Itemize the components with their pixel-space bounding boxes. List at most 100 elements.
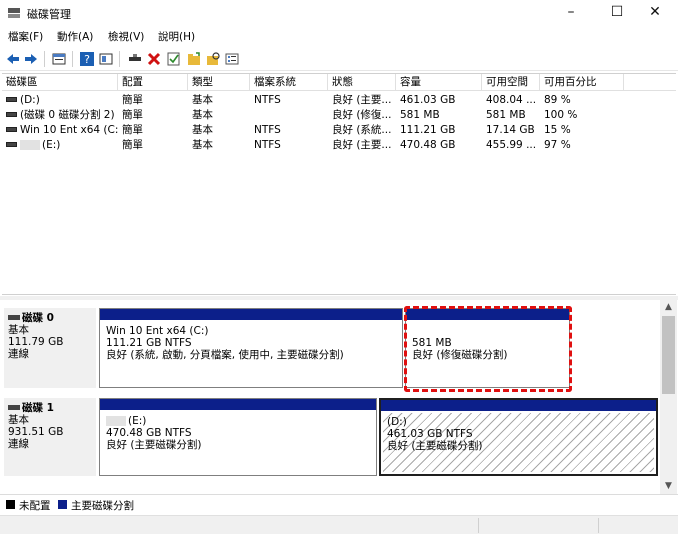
type-cell: 基本 (192, 109, 213, 121)
table-row[interactable]: (磁碟 0 磁碟分割 2) 簡單 基本 良好 (修復... 581 MB 581… (2, 108, 676, 123)
delete-icon[interactable] (146, 51, 162, 67)
status-bar (0, 515, 678, 534)
type-cell: 基本 (192, 124, 213, 136)
folder-icon[interactable] (186, 51, 202, 67)
partition-title: Win 10 Ent x64 (C:) (106, 325, 209, 337)
unallocated-swatch (6, 500, 15, 509)
disk-1-size: 931.51 GB (8, 426, 64, 438)
layout-cell: 簡單 (122, 124, 143, 136)
toolbar-separator (44, 51, 45, 67)
menu-bar: 檔案(F) 動作(A) 檢視(V) 說明(H) (0, 26, 678, 46)
partition-title-text: (E:) (128, 415, 147, 427)
redacted-label (106, 416, 126, 426)
capacity-cell: 461.03 GB (400, 94, 456, 106)
free-space-cell: 408.04 ... (486, 94, 537, 106)
volume-cell: (磁碟 0 磁碟分割 2) (2, 108, 118, 123)
column-header-volume[interactable]: 磁碟區 (2, 74, 118, 91)
partition-e-body: (E:) 470.48 GB NTFS 良好 (主要磁碟分割) (102, 412, 374, 473)
forward-icon[interactable] (23, 51, 39, 67)
scroll-up-icon[interactable]: ▲ (660, 302, 677, 314)
primary-partition-bar (381, 400, 656, 411)
menu-help[interactable]: 說明(H) (158, 29, 195, 44)
column-header-type[interactable]: 類型 (188, 74, 250, 91)
redacted-label (20, 140, 40, 150)
partition-recovery-body: 581 MB 良好 (修復磁碟分割) (408, 322, 567, 385)
type-cell: 基本 (192, 94, 213, 106)
volume-icon (6, 96, 17, 102)
disk-1-type: 基本 (8, 414, 29, 426)
volume-name: (D:) (20, 94, 40, 106)
disk-management-icon (8, 8, 20, 18)
partition-status: 良好 (系統, 啟動, 分頁檔案, 使用中, 主要磁碟分割) (106, 349, 344, 361)
partition-recovery[interactable]: 581 MB 良好 (修復磁碟分割) (405, 308, 570, 388)
back-icon[interactable] (5, 51, 21, 67)
volume-cell: Win 10 Ent x64 (C:) (2, 123, 118, 138)
close-button[interactable]: ✕ (632, 0, 678, 26)
view-icon[interactable] (98, 51, 114, 67)
list-icon[interactable] (224, 51, 240, 67)
partition-title (412, 325, 563, 337)
help-icon[interactable]: ? (79, 51, 95, 67)
partition-c[interactable]: Win 10 Ent x64 (C:) 111.21 GB NTFS 良好 (系… (99, 308, 403, 388)
connect-icon[interactable] (127, 51, 143, 67)
free-percent-cell: 15 % (544, 124, 571, 136)
column-header-free-percent[interactable]: 可用百分比 (540, 74, 624, 91)
table-row[interactable]: (D:) 簡單 基本 NTFS 良好 (主要... 461.03 GB 408.… (2, 93, 676, 108)
menu-view[interactable]: 檢視(V) (108, 29, 144, 44)
status-cell: 良好 (主要... (332, 139, 392, 151)
free-percent-cell: 100 % (544, 109, 578, 121)
type-cell: 基本 (192, 139, 213, 151)
volume-icon (6, 126, 17, 132)
free-percent-cell: 97 % (544, 139, 571, 151)
status-separator (478, 518, 479, 533)
free-space-cell: 455.99 ... (486, 139, 537, 151)
check-icon[interactable] (166, 51, 182, 67)
free-space-cell: 17.14 GB (486, 124, 535, 136)
disk-1-label[interactable]: 磁碟 1 基本 931.51 GB 連線 (4, 398, 96, 476)
partition-status: 良好 (修復磁碟分割) (412, 349, 508, 361)
column-header-capacity[interactable]: 容量 (396, 74, 482, 91)
table-row[interactable]: Win 10 Ent x64 (C:) 簡單 基本 NTFS 良好 (系統...… (2, 123, 676, 138)
partition-title: (E:) (106, 415, 370, 427)
search-folder-icon[interactable] (205, 51, 221, 67)
properties-icon[interactable] (51, 51, 67, 67)
scroll-down-icon[interactable]: ▼ (660, 481, 677, 493)
toolbar-separator (72, 51, 73, 67)
column-header-status[interactable]: 狀態 (328, 74, 396, 91)
volume-icon (6, 111, 17, 117)
disk-0-name: 磁碟 0 (22, 312, 54, 324)
table-row[interactable]: (E:) 簡單 基本 NTFS 良好 (主要... 470.48 GB 455.… (2, 138, 676, 153)
window-title: 磁碟管理 (27, 8, 71, 21)
partition-d-body: (D:) 461.03 GB NTFS 良好 (主要磁碟分割) (383, 413, 654, 472)
menu-file[interactable]: 檔案(F) (8, 29, 43, 44)
volume-name: (磁碟 0 磁碟分割 2) (20, 109, 115, 121)
layout-cell: 簡單 (122, 139, 143, 151)
partition-d[interactable]: (D:) 461.03 GB NTFS 良好 (主要磁碟分割) (379, 398, 658, 476)
status-separator (598, 518, 599, 533)
disk-0-state: 連線 (8, 348, 29, 360)
column-header-filesystem[interactable]: 檔案系統 (250, 74, 328, 91)
partition-status: 良好 (主要磁碟分割) (387, 440, 483, 452)
disk-icon (8, 404, 20, 410)
menu-action[interactable]: 動作(A) (57, 29, 93, 44)
vertical-scrollbar[interactable]: ▲ ▼ (660, 300, 677, 494)
volume-list[interactable]: 磁碟區 配置 類型 檔案系統 狀態 容量 可用空間 可用百分比 (D:) 簡單 … (2, 73, 676, 295)
filesystem-cell: NTFS (254, 124, 281, 136)
status-cell: 良好 (修復... (332, 109, 392, 121)
column-header-layout[interactable]: 配置 (118, 74, 188, 91)
primary-partition-swatch (58, 500, 67, 509)
minimize-button[interactable]: – (548, 0, 594, 26)
disk-0-title: 磁碟 0 (8, 312, 92, 324)
free-space-cell: 581 MB (486, 109, 526, 121)
partition-e[interactable]: (E:) 470.48 GB NTFS 良好 (主要磁碟分割) (99, 398, 377, 476)
column-header-free-space[interactable]: 可用空間 (482, 74, 540, 91)
partition-status: 良好 (主要磁碟分割) (106, 439, 202, 451)
primary-partition-bar (406, 309, 569, 320)
scroll-thumb[interactable] (662, 316, 675, 394)
volume-name: (E:) (42, 139, 61, 151)
disk-0-label[interactable]: 磁碟 0 基本 111.79 GB 連線 (4, 308, 96, 388)
free-percent-cell: 89 % (544, 94, 571, 106)
capacity-cell: 581 MB (400, 109, 440, 121)
volume-icon (6, 141, 17, 147)
disk-1-state: 連線 (8, 438, 29, 450)
